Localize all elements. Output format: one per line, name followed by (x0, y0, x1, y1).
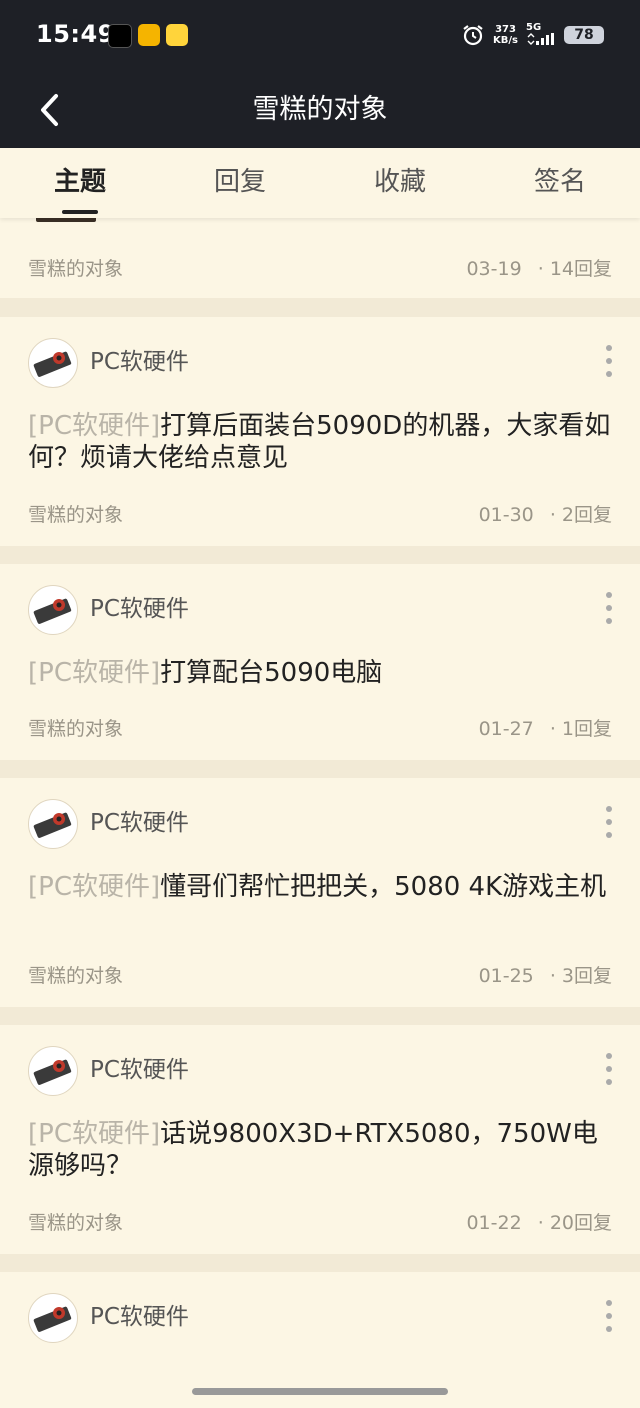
forum-avatar (28, 585, 78, 635)
tab-topics[interactable]: 主题 (20, 164, 140, 200)
post-meta: 03-19 · 14回复 (466, 254, 612, 281)
reply-count: · 14回复 (537, 258, 612, 280)
graphics-card-icon (33, 1059, 72, 1085)
app-rabbit-icon (166, 24, 188, 46)
graphics-card-icon (33, 598, 72, 624)
more-options-icon[interactable] (602, 1300, 616, 1340)
page-title: 雪糕的对象 (252, 94, 388, 125)
post-date: 01-27 (478, 718, 534, 740)
forum-avatar (28, 799, 78, 849)
forum-name[interactable]: PC软硬件 (90, 594, 189, 624)
list-item[interactable]: PC软硬件 [PC软硬件]打算配台5090电脑 雪糕的对象 01-27 · 1回… (0, 564, 640, 760)
post-author: 雪糕的对象 (28, 1212, 124, 1234)
post-title[interactable]: [PC软硬件]打算后面装台5090D的机器，大家看如何？烦请大佬给点意见 (28, 410, 612, 474)
weibo-icon (138, 24, 160, 46)
reply-count: · 3回复 (549, 965, 612, 987)
home-indicator[interactable] (192, 1388, 448, 1395)
forum-avatar (28, 1046, 78, 1096)
post-title[interactable]: [PC软硬件]话说9800X3D+RTX5080，750W电源够吗？ (28, 1118, 612, 1182)
more-options-icon[interactable] (602, 1053, 616, 1093)
post-list: 雪糕的对象 03-19 · 14回复 PC软硬件 [PC软硬件]打算后面装台50… (0, 218, 640, 1408)
reply-count: · 20回复 (537, 1212, 612, 1234)
post-date: 01-30 (478, 504, 534, 526)
signal-bars-icon (527, 33, 554, 45)
tab-signature[interactable]: 签名 (500, 164, 620, 200)
status-bar: 15:49 373 KB/s 5G 78 (0, 0, 640, 72)
list-item[interactable]: 雪糕的对象 03-19 · 14回复 (0, 218, 640, 298)
post-date: 01-22 (466, 1212, 522, 1234)
post-meta: 01-27 · 1回复 (479, 714, 612, 741)
graphics-card-icon (33, 1306, 72, 1332)
tab-active-indicator (62, 210, 98, 214)
post-author: 雪糕的对象 (28, 718, 124, 740)
graphics-card-icon (33, 812, 72, 838)
list-item[interactable]: PC软硬件 [PC软硬件]懂哥们帮忙把把关，5080 4K游戏主机 雪糕的对象 … (0, 778, 640, 1007)
forum-name[interactable]: PC软硬件 (90, 1055, 189, 1085)
more-options-icon[interactable] (602, 345, 616, 385)
forum-avatar (28, 338, 78, 388)
post-title[interactable]: [PC软硬件]打算配台5090电脑 (28, 657, 612, 689)
graphics-card-icon (33, 351, 72, 377)
title-fragment (36, 218, 96, 222)
forum-name[interactable]: PC软硬件 (90, 1302, 189, 1332)
app-header: 雪糕的对象 (0, 72, 640, 148)
post-tag: [PC软硬件] (28, 872, 161, 902)
post-date: 01-25 (478, 965, 534, 987)
reply-count: · 2回复 (549, 504, 612, 526)
list-item[interactable]: PC软硬件 [PC软硬件]打算后面装台5090D的机器，大家看如何？烦请大佬给点… (0, 317, 640, 546)
battery-indicator: 78 (564, 26, 604, 44)
network-speed: 373 KB/s (493, 24, 518, 46)
post-title[interactable]: [PC软硬件]懂哥们帮忙把把关，5080 4K游戏主机 (28, 871, 612, 903)
forum-name[interactable]: PC软硬件 (90, 808, 189, 838)
status-time: 15:49 (36, 20, 115, 48)
post-tag: [PC软硬件] (28, 1119, 161, 1149)
forum-avatar (28, 1293, 78, 1343)
list-item[interactable]: PC软硬件 [PC软硬件]话说9800X3D+RTX5080，750W电源够吗？… (0, 1025, 640, 1254)
more-options-icon[interactable] (602, 806, 616, 846)
post-author: 雪糕的对象 (28, 258, 124, 280)
reply-count: · 1回复 (549, 718, 612, 740)
post-date: 03-19 (466, 258, 522, 280)
post-author: 雪糕的对象 (28, 965, 124, 987)
alarm-icon (463, 25, 483, 46)
tab-favorites[interactable]: 收藏 (340, 164, 460, 200)
post-tag: [PC软硬件] (28, 658, 161, 688)
post-meta: 01-22 · 20回复 (466, 1208, 612, 1235)
tab-replies[interactable]: 回复 (180, 164, 300, 200)
more-options-icon[interactable] (602, 592, 616, 632)
forum-name[interactable]: PC软硬件 (90, 347, 189, 377)
post-tag: [PC软硬件] (28, 411, 161, 441)
post-meta: 01-25 · 3回复 (479, 961, 612, 988)
post-author: 雪糕的对象 (28, 504, 124, 526)
tiktok-icon (108, 24, 132, 48)
signal-indicator: 5G (526, 22, 556, 48)
status-right: 373 KB/s 5G 78 (461, 22, 604, 48)
post-meta: 01-30 · 2回复 (479, 500, 612, 527)
notification-icons (108, 24, 188, 48)
tab-bar: 主题 回复 收藏 签名 (0, 148, 640, 218)
